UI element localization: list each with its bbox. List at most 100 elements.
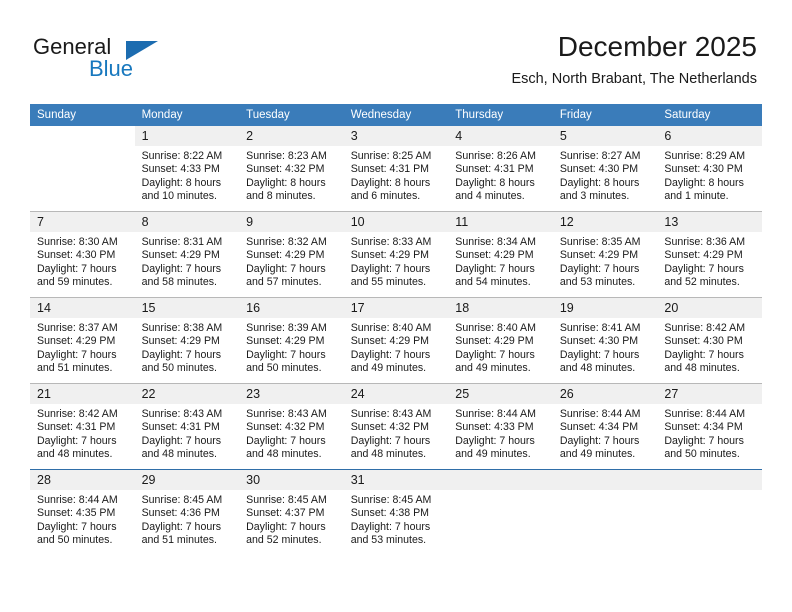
day-number-band: 25	[448, 384, 553, 404]
day-detail-line: Sunrise: 8:45 AM	[350, 494, 432, 506]
day-details: Sunrise: 8:34 AM Sunset: 4:29 PM Daylight:…	[448, 232, 553, 290]
day-detail-line: Sunset: 4:29 PM	[141, 249, 220, 262]
calendar-day-cell[interactable]: 23 Sunrise: 8:43 AM Sunset: 4:32 PM Dayligh…	[239, 384, 344, 469]
day-detail-line: Daylight: 7 hours	[664, 262, 744, 275]
calendar-day-cell[interactable]: 22 Sunrise: 8:43 AM Sunset: 4:31 PM Dayligh…	[134, 384, 240, 469]
day-detail-line: Sunrise: 8:44 AM	[455, 408, 536, 420]
calendar-day-cell[interactable]: 25 Sunrise: 8:44 AM Sunset: 4:33 PM Dayligh…	[448, 384, 553, 469]
calendar-day-cell[interactable]: 21 Sunrise: 8:42 AM Sunset: 4:31 PM Dayligh…	[30, 384, 135, 469]
day-detail-line: Daylight: 8 hours	[350, 176, 431, 189]
day-detail-line: and 49 minutes.	[455, 448, 531, 461]
day-number: 12	[559, 215, 574, 229]
day-detail-line: and 55 minutes.	[350, 276, 427, 289]
day-detail-line: and 57 minutes.	[246, 276, 322, 289]
calendar-day-cell[interactable]: 28 Sunrise: 8:44 AM Sunset: 4:35 PM Dayligh…	[30, 470, 135, 555]
day-detail-line: and 50 minutes.	[141, 362, 217, 375]
calendar-day-cell[interactable]: 17 Sunrise: 8:40 AM Sunset: 4:29 PM Dayligh…	[343, 298, 449, 383]
day-detail-line: Daylight: 8 hours	[559, 176, 640, 189]
day-number-band: 6	[657, 126, 762, 146]
day-number: 27	[664, 387, 679, 401]
brand-logo: General Blue	[33, 34, 233, 90]
day-detail-line: Sunset: 4:34 PM	[559, 421, 639, 434]
day-number-band: 17	[343, 298, 449, 318]
day-number: 4	[455, 129, 463, 143]
day-number-band	[552, 470, 658, 490]
day-detail-line: Sunset: 4:29 PM	[37, 335, 116, 348]
calendar-empty-cell	[552, 470, 658, 555]
day-detail-line: Daylight: 7 hours	[141, 520, 222, 533]
day-number: 17	[350, 301, 365, 315]
calendar-day-cell[interactable]: 20 Sunrise: 8:42 AM Sunset: 4:30 PM Dayligh…	[657, 298, 762, 383]
calendar-day-cell[interactable]: 14 Sunrise: 8:37 AM Sunset: 4:29 PM Dayligh…	[30, 298, 135, 383]
day-number: 3	[350, 129, 358, 143]
calendar-day-cell[interactable]: 27 Sunrise: 8:44 AM Sunset: 4:34 PM Dayligh…	[657, 384, 762, 469]
day-number: 29	[141, 473, 156, 487]
day-detail-line: Sunset: 4:32 PM	[246, 163, 325, 176]
page-title: December 2025	[557, 31, 757, 62]
calendar-day-cell[interactable]: 18 Sunrise: 8:40 AM Sunset: 4:29 PM Dayligh…	[448, 298, 553, 383]
day-detail-line: Daylight: 7 hours	[141, 434, 222, 447]
day-number: 2	[246, 129, 254, 143]
day-detail-line: Daylight: 7 hours	[559, 434, 640, 447]
calendar-day-cell[interactable]: 30 Sunrise: 8:45 AM Sunset: 4:37 PM Dayligh…	[239, 470, 344, 555]
day-number-band: 20	[657, 298, 762, 318]
day-detail-line: Sunrise: 8:44 AM	[37, 494, 118, 506]
day-detail-line: Daylight: 8 hours	[455, 176, 535, 189]
calendar-day-cell[interactable]: 7 Sunrise: 8:30 AM Sunset: 4:30 PM Daylight…	[30, 212, 135, 297]
calendar-day-cell[interactable]: 24 Sunrise: 8:43 AM Sunset: 4:32 PM Dayligh…	[343, 384, 449, 469]
calendar-day-cell[interactable]: 13 Sunrise: 8:36 AM Sunset: 4:29 PM Dayligh…	[657, 212, 762, 297]
day-detail-line: Sunset: 4:30 PM	[664, 163, 743, 176]
day-detail-line: Daylight: 7 hours	[246, 348, 326, 361]
day-detail-line: Sunset: 4:29 PM	[350, 249, 430, 262]
day-number-band: 1	[134, 126, 240, 146]
calendar-day-cell[interactable]: 29 Sunrise: 8:45 AM Sunset: 4:36 PM Dayligh…	[134, 470, 240, 555]
day-detail-line: Daylight: 7 hours	[37, 520, 117, 533]
day-number: 14	[37, 301, 51, 315]
calendar-day-cell[interactable]: 5 Sunrise: 8:27 AM Sunset: 4:30 PM Daylight…	[552, 126, 658, 211]
day-details: Sunrise: 8:42 AM Sunset: 4:31 PM Daylight:…	[30, 404, 135, 462]
day-number-band	[657, 470, 762, 490]
day-detail-line: Sunrise: 8:43 AM	[141, 408, 223, 420]
day-details: Sunrise: 8:44 AM Sunset: 4:33 PM Daylight:…	[448, 404, 553, 462]
day-detail-line: Sunrise: 8:43 AM	[350, 408, 432, 420]
day-number: 16	[246, 301, 261, 315]
title-block: December 2025 Esch, North Brabant, The N…	[511, 30, 757, 88]
calendar-day-cell[interactable]: 12 Sunrise: 8:35 AM Sunset: 4:29 PM Dayligh…	[552, 212, 658, 297]
calendar-day-cell[interactable]: 6 Sunrise: 8:29 AM Sunset: 4:30 PM Daylight…	[657, 126, 762, 211]
day-detail-line: Sunset: 4:32 PM	[246, 421, 325, 434]
day-detail-line: Sunset: 4:35 PM	[37, 507, 116, 520]
day-details: Sunrise: 8:44 AM Sunset: 4:35 PM Daylight:…	[30, 490, 135, 548]
day-number: 7	[37, 215, 44, 229]
calendar-day-cell[interactable]: 15 Sunrise: 8:38 AM Sunset: 4:29 PM Dayligh…	[134, 298, 240, 383]
day-detail-line: and 1 minute.	[664, 190, 729, 203]
day-detail-line: Daylight: 7 hours	[37, 348, 117, 361]
day-details: Sunrise: 8:40 AM Sunset: 4:29 PM Daylight:…	[448, 318, 553, 376]
calendar-day-cell[interactable]: 2 Sunrise: 8:23 AM Sunset: 4:32 PM Daylight…	[239, 126, 344, 211]
day-detail-line: and 49 minutes.	[559, 448, 636, 461]
day-details: Sunrise: 8:45 AM Sunset: 4:38 PM Daylight:…	[344, 490, 449, 548]
calendar-day-cell[interactable]: 8 Sunrise: 8:31 AM Sunset: 4:29 PM Daylight…	[134, 212, 240, 297]
calendar-day-cell[interactable]: 1 Sunrise: 8:22 AM Sunset: 4:33 PM Daylight…	[134, 126, 240, 211]
calendar-body: 1 Sunrise: 8:22 AM Sunset: 4:33 PM Daylight…	[30, 126, 762, 555]
calendar-day-cell[interactable]: 4 Sunrise: 8:26 AM Sunset: 4:31 PM Daylight…	[448, 126, 553, 211]
calendar-day-cell[interactable]: 3 Sunrise: 8:25 AM Sunset: 4:31 PM Daylight…	[343, 126, 449, 211]
calendar-day-cell[interactable]: 9 Sunrise: 8:32 AM Sunset: 4:29 PM Daylight…	[239, 212, 344, 297]
day-detail-line: Sunrise: 8:43 AM	[246, 408, 327, 420]
day-detail-line: Sunset: 4:33 PM	[455, 421, 534, 434]
day-detail-line: Sunset: 4:30 PM	[37, 249, 116, 262]
day-number-band: 27	[657, 384, 762, 404]
calendar-day-cell[interactable]: 11 Sunrise: 8:34 AM Sunset: 4:29 PM Dayligh…	[448, 212, 553, 297]
day-number-band: 10	[343, 212, 449, 232]
day-details: Sunrise: 8:23 AM Sunset: 4:32 PM Daylight:…	[239, 146, 344, 204]
day-details	[448, 490, 553, 494]
day-detail-line: and 6 minutes.	[350, 190, 421, 203]
calendar-day-cell[interactable]: 16 Sunrise: 8:39 AM Sunset: 4:29 PM Dayligh…	[239, 298, 344, 383]
day-detail-line: Daylight: 7 hours	[350, 434, 431, 447]
calendar-day-cell[interactable]: 26 Sunrise: 8:44 AM Sunset: 4:34 PM Dayligh…	[552, 384, 658, 469]
calendar-day-cell[interactable]: 31 Sunrise: 8:45 AM Sunset: 4:38 PM Dayligh…	[343, 470, 449, 555]
calendar-day-cell[interactable]: 19 Sunrise: 8:41 AM Sunset: 4:30 PM Dayligh…	[552, 298, 658, 383]
day-number-band: 26	[552, 384, 658, 404]
calendar-day-cell[interactable]: 10 Sunrise: 8:33 AM Sunset: 4:29 PM Dayligh…	[343, 212, 449, 297]
day-detail-line: and 48 minutes.	[141, 448, 217, 461]
day-details: Sunrise: 8:43 AM Sunset: 4:32 PM Daylight:…	[239, 404, 344, 462]
